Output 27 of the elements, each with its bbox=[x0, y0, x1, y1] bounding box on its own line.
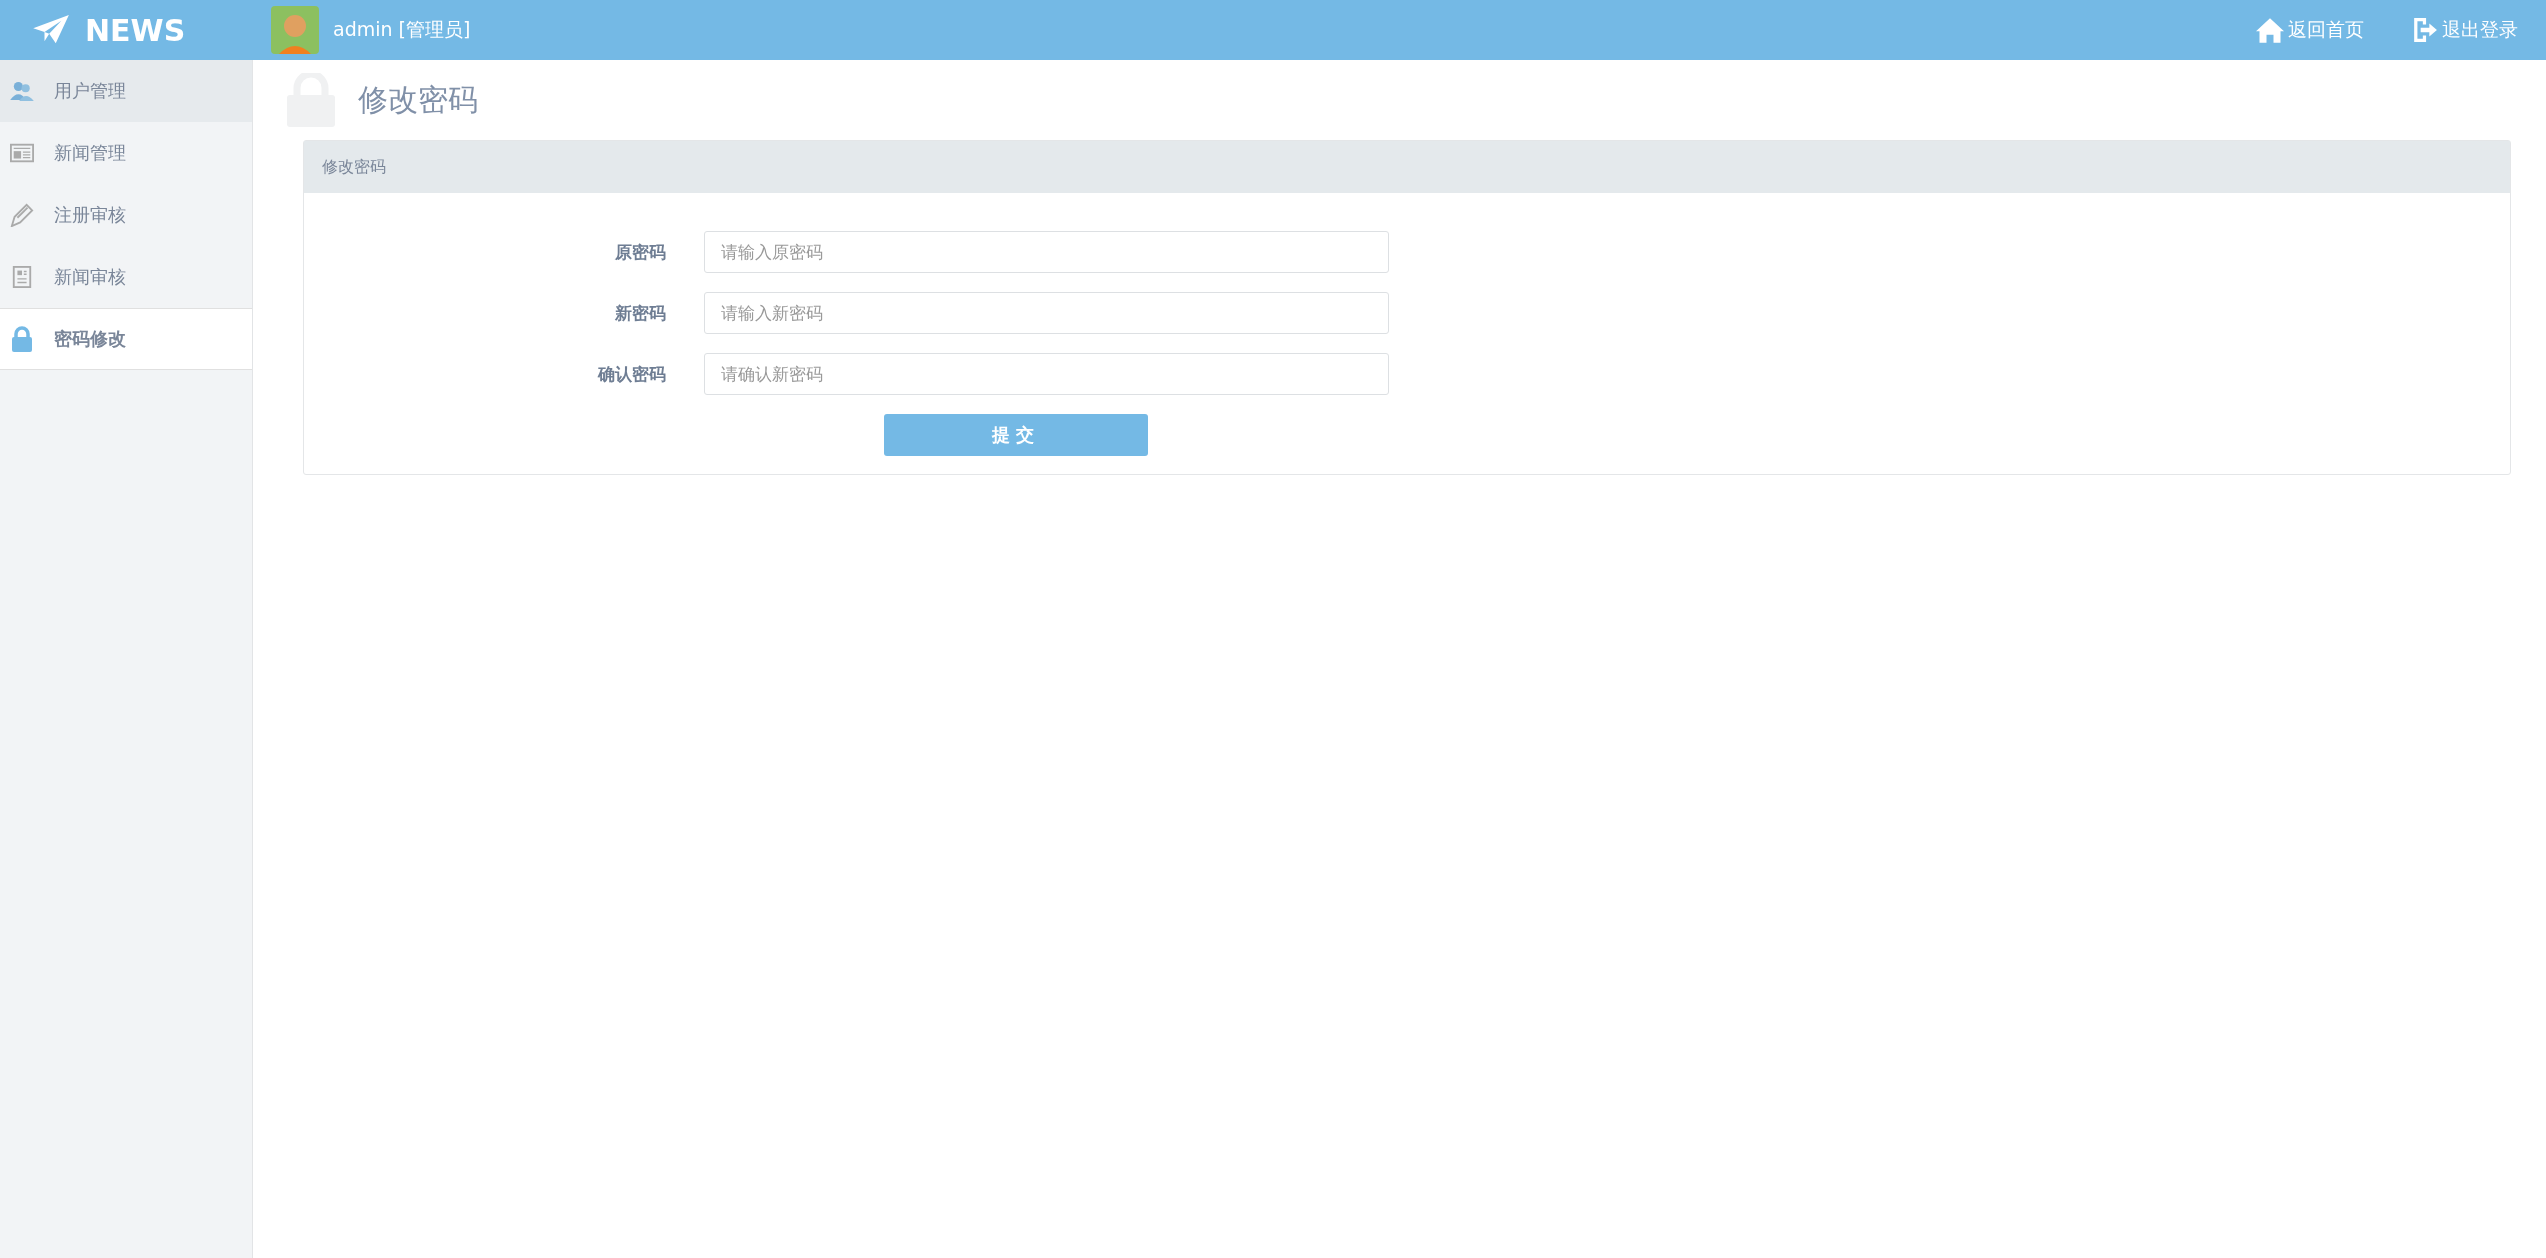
newspaper-icon bbox=[10, 143, 34, 163]
submit-button[interactable]: 提交 bbox=[884, 414, 1148, 456]
page-title: 修改密码 bbox=[358, 80, 478, 119]
panel-title: 修改密码 bbox=[322, 156, 386, 178]
password-field[interactable]: 请输入原密码 bbox=[704, 231, 1389, 273]
pencil-icon bbox=[10, 203, 34, 227]
user-name: admin [管理员] bbox=[333, 17, 471, 42]
home-link[interactable]: 返回首页 bbox=[2256, 17, 2364, 43]
logout-icon bbox=[2412, 17, 2438, 43]
password-field[interactable]: 请确认新密码 bbox=[704, 353, 1389, 395]
sidebar-item[interactable]: 新闻管理 bbox=[0, 122, 252, 184]
logo-text: NEWS bbox=[85, 12, 186, 48]
sidebar-item[interactable]: 密码修改 bbox=[0, 308, 252, 370]
avatar bbox=[271, 6, 319, 54]
paper-plane-icon bbox=[33, 15, 71, 45]
field-label: 原密码 bbox=[614, 240, 666, 264]
sidebar-item[interactable]: 用户管理 bbox=[0, 60, 252, 122]
users-icon bbox=[10, 81, 34, 101]
field-label: 新密码 bbox=[614, 301, 666, 325]
home-icon bbox=[2256, 17, 2284, 43]
logout-link[interactable]: 退出登录 bbox=[2412, 17, 2518, 43]
field-label: 确认密码 bbox=[596, 362, 666, 386]
lock-icon bbox=[10, 326, 34, 352]
sidebar-item[interactable]: 新闻审核 bbox=[0, 246, 252, 308]
password-field[interactable]: 请输入新密码 bbox=[704, 292, 1389, 334]
sidebar-item[interactable]: 注册审核 bbox=[0, 184, 252, 246]
document-icon bbox=[10, 266, 34, 288]
